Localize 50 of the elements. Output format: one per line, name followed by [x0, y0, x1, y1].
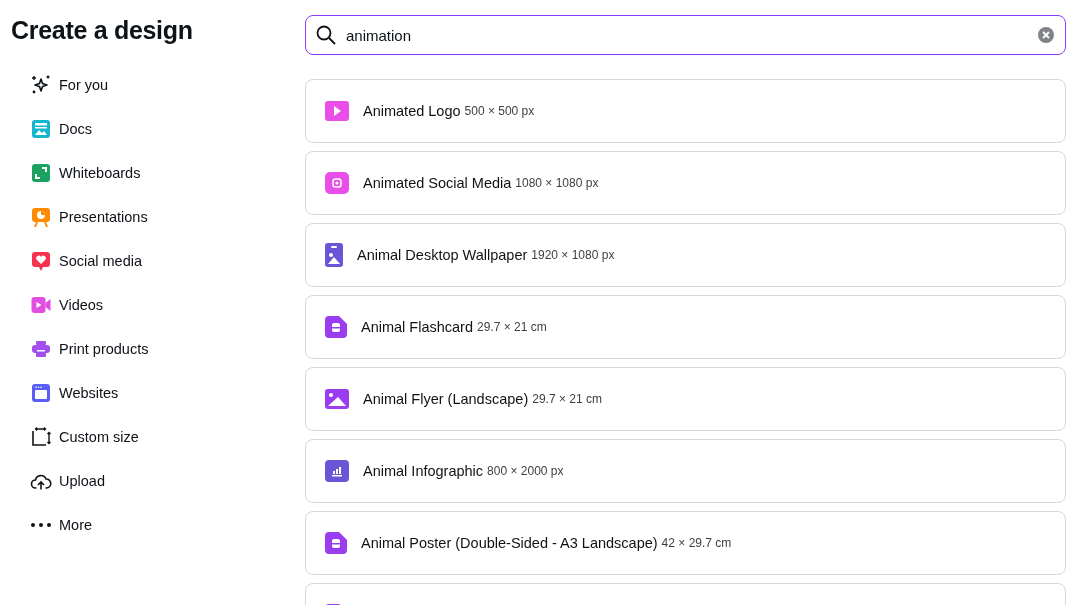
result-card[interactable]: Animal Infographic 800 × 2000 px: [305, 439, 1066, 503]
design-size: 800 × 2000 px: [487, 464, 564, 478]
sidebar-item[interactable]: Docs: [11, 107, 93, 151]
sidebar-item[interactable]: Videos: [11, 283, 104, 327]
sidebar-item[interactable]: Print products: [11, 327, 149, 371]
design-size: 1080 × 1080 px: [515, 176, 599, 190]
cloud-upload-icon: [30, 472, 52, 490]
design-name: Animal Desktop Wallpaper: [357, 247, 528, 263]
sparkles-icon: [30, 75, 52, 95]
sidebar-item[interactable]: Websites: [11, 371, 119, 415]
result-card[interactable]: Animal Flashcard 29.7 × 21 cm: [305, 295, 1066, 359]
design-size: 29.7 × 21 cm: [532, 392, 602, 406]
result-card[interactable]: Animated Social Media 1080 × 1080 px: [305, 151, 1066, 215]
document-icon: [30, 120, 52, 138]
presentation-icon: [30, 207, 52, 227]
design-size: 29.7 × 21 cm: [477, 320, 547, 334]
image-icon: [325, 389, 349, 409]
sidebar-item[interactable]: For you: [11, 63, 109, 107]
video-camera-icon: [30, 297, 52, 313]
design-name: Animal Poster (Double-Sided - A3 Landscape): [361, 535, 658, 551]
result-card[interactable]: Animal Flyer (Landscape) 29.7 × 21 cm: [305, 367, 1066, 431]
search-field[interactable]: animation: [305, 15, 1066, 55]
resize-icon: [30, 427, 52, 447]
design-name: Animated Logo: [363, 103, 461, 119]
sidebar-item[interactable]: Whiteboards: [11, 151, 141, 195]
design-name: Animal Infographic: [363, 463, 484, 479]
phone-image-icon: [325, 243, 343, 267]
sidebar-item[interactable]: Presentations: [11, 195, 148, 239]
result-card[interactable]: Animal Poster (Double-Sided - A3 Landscape) 42 × 29.7 cm: [305, 511, 1066, 575]
design-name: Animal Flashcard: [361, 319, 473, 335]
page-title: Create a design: [11, 16, 194, 45]
design-name: Animated Social Media: [363, 175, 512, 191]
bar-chart-icon: [325, 460, 349, 482]
result-card[interactable]: Animated Logo 500 × 500 px: [305, 79, 1066, 143]
sidebar-item[interactable]: Social media: [11, 239, 142, 283]
sidebar-item[interactable]: Upload: [11, 459, 105, 503]
sidebar-item[interactable]: Custom size: [11, 415, 139, 459]
design-size: 42 × 29.7 cm: [661, 536, 732, 550]
whiteboard-icon: [30, 164, 52, 182]
design-size: 500 × 500 px: [464, 104, 535, 118]
play-icon: [325, 101, 349, 121]
browser-window-icon: [30, 384, 52, 402]
camera-icon: [325, 172, 349, 194]
close-icon: [1042, 31, 1050, 39]
result-card[interactable]: Animal Desktop Wallpaper 1920 × 1080 px: [305, 223, 1066, 287]
design-name: Animal Flyer (Landscape): [363, 391, 529, 407]
design-size: 1920 × 1080 px: [531, 248, 615, 262]
heart-icon: [30, 251, 52, 271]
more-icon: [30, 523, 52, 527]
sidebar-item[interactable]: More: [11, 503, 93, 547]
